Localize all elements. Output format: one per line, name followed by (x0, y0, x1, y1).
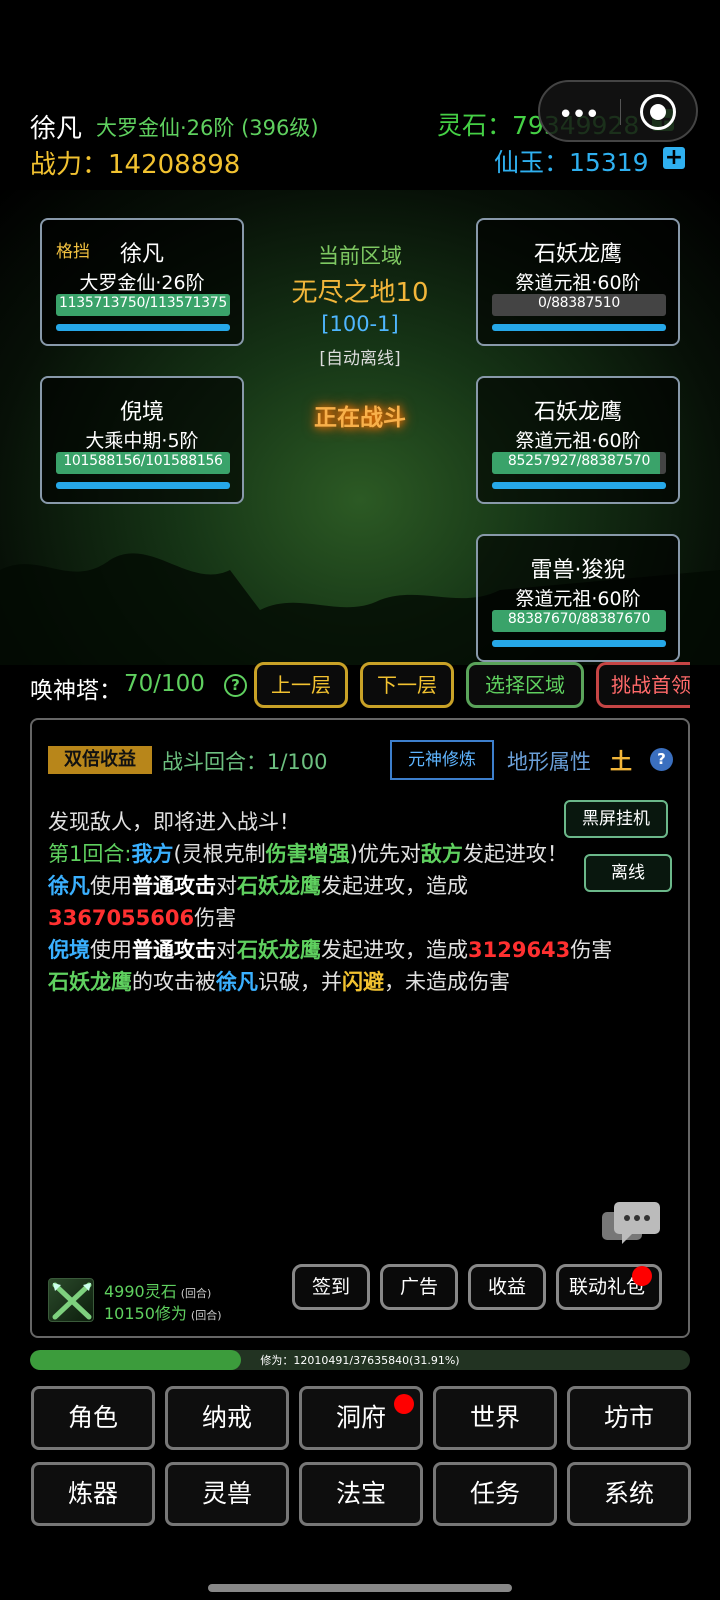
ally-name: 徐凡 (119, 242, 164, 267)
enemy-realm: 祭道元祖·60阶 (515, 430, 641, 452)
earn-lingshi: 4990灵石 (回合) (104, 1282, 212, 1301)
zone-mode: [自动离线] (319, 349, 401, 369)
xianyu-value: 15319 (569, 148, 649, 177)
ally-energy-bar (56, 482, 230, 489)
nav-market[interactable]: 坊市 (567, 1386, 691, 1450)
enemy-name: 石妖龙鹰 (533, 400, 622, 425)
ally-card-2[interactable]: 倪境 大乘中期·5阶 101588156/101588156 (40, 376, 244, 504)
checkin-button[interactable]: 签到 (292, 1264, 370, 1310)
xianyu-label: 仙玉： (494, 148, 570, 177)
ally-hp-bar: 1135713750/113571375 (56, 294, 230, 316)
next-floor-button[interactable]: 下一层 (360, 662, 454, 708)
enemy-energy-bar (492, 482, 666, 489)
more-dots-icon[interactable]: ••• (558, 100, 600, 130)
zone-name: 无尽之地10 (291, 278, 429, 308)
battle-status: 正在战斗 (314, 405, 406, 431)
ad-button[interactable]: 广告 (380, 1264, 458, 1310)
crossed-swords-icon (48, 1278, 94, 1322)
zone-label: 当前区域 (318, 244, 402, 268)
ally-hp-text: 1135713750/113571375 (59, 295, 227, 311)
terrain-help-icon[interactable]: ? (650, 748, 673, 771)
round-value: 1/100 (267, 750, 328, 774)
capsule-divider (620, 99, 621, 125)
enemy-energy-bar (492, 640, 666, 647)
battle-round: 战斗回合：1/100 (162, 746, 328, 776)
challenge-boss-button[interactable]: 挑战首领 (596, 662, 690, 708)
terrain-label: 地形属性 (507, 750, 591, 774)
enemy-hp-bar: 0/88387510 (492, 294, 666, 316)
log-line: 石妖龙鹰的攻击被徐凡识破，并闪避，未造成伤害 (48, 970, 510, 994)
enemy-card-1[interactable]: 石妖龙鹰 祭道元祖·60阶 0/88387510 (476, 218, 680, 346)
player-name: 徐凡 (30, 114, 83, 144)
log-line: 3367055606伤害 (48, 906, 237, 930)
double-income-badge: 双倍收益 (48, 746, 152, 774)
yuanshen-cultivate-button[interactable]: 元神修炼 (390, 740, 494, 780)
player-realm: 大罗金仙·26阶 (396级) (96, 116, 319, 140)
zone-code: [100-1] (321, 312, 399, 336)
notification-dot (394, 1394, 414, 1414)
earn-xiuwei: 10150修为 (回合) (104, 1304, 222, 1323)
chat-bubble-icon[interactable] (600, 1200, 664, 1254)
enemy-hp-text: 88387670/88387670 (507, 611, 651, 627)
ally-name: 倪境 (119, 400, 164, 425)
add-xianyu-button[interactable]: + (663, 147, 685, 169)
tower-value: 70/100 (124, 671, 205, 697)
xianyu-display: 仙玉：15319 (494, 143, 649, 179)
tower-help-icon[interactable]: ? (224, 674, 247, 697)
income-button[interactable]: 收益 (468, 1264, 546, 1310)
nav-forge[interactable]: 炼器 (31, 1462, 155, 1526)
ally-card-1[interactable]: 格挡 徐凡 大罗金仙·26阶 1135713750/113571375 (40, 218, 244, 346)
terrain-value: 土 (610, 750, 633, 775)
tower-label: 唤神塔： (30, 678, 122, 704)
power-value: 14208898 (108, 150, 241, 180)
enemy-realm: 祭道元祖·60阶 (515, 272, 641, 294)
enemy-hp-text: 0/88387510 (538, 295, 620, 311)
record-icon[interactable] (640, 94, 676, 130)
cultivation-progress-text: 修为：12010491/37635840(31.91%) (260, 1354, 460, 1367)
enemy-hp-bar: 88387670/88387670 (492, 610, 666, 632)
enemy-hp-text: 85257927/88387570 (507, 453, 651, 469)
enemy-name: 雷兽·狻猊 (530, 558, 626, 583)
nav-tasks[interactable]: 任务 (433, 1462, 557, 1526)
nav-treasure[interactable]: 法宝 (299, 1462, 423, 1526)
enemy-energy-bar (492, 324, 666, 331)
enemy-card-3[interactable]: 雷兽·狻猊 祭道元祖·60阶 88387670/88387670 (476, 534, 680, 662)
prev-floor-button[interactable]: 上一层 (254, 662, 348, 708)
ally-realm: 大乘中期·5阶 (85, 430, 199, 452)
nav-storage-ring[interactable]: 纳戒 (165, 1386, 289, 1450)
miniprogram-capsule: ••• (538, 80, 698, 142)
home-indicator[interactable] (208, 1584, 512, 1592)
lingshi-label: 灵石： (437, 111, 513, 140)
enemy-realm: 祭道元祖·60阶 (515, 588, 641, 610)
ally-energy-bar (56, 324, 230, 331)
nav-system[interactable]: 系统 (567, 1462, 691, 1526)
round-label: 战斗回合： (162, 750, 267, 774)
nav-world[interactable]: 世界 (433, 1386, 557, 1450)
log-line: 倪境使用普通攻击对石妖龙鹰发起进攻，造成3129643伤害 (48, 938, 613, 962)
ally-realm: 大罗金仙·26阶 (79, 272, 205, 294)
notification-dot (632, 1266, 652, 1286)
cultivation-progress-bar: 修为：12010491/37635840(31.91%) (30, 1350, 690, 1370)
ally-hp-text: 101588156/101588156 (63, 453, 223, 469)
offline-button[interactable]: 离线 (584, 854, 672, 892)
nav-spirit-beast[interactable]: 灵兽 (165, 1462, 289, 1526)
ally-hp-bar: 101588156/101588156 (56, 452, 230, 474)
power-label: 战力： (30, 150, 109, 180)
battle-log-panel: 双倍收益 战斗回合：1/100 元神修炼 地形属性 土 ? 发现敌人，即将进入战… (30, 718, 690, 1338)
select-zone-button[interactable]: 选择区域 (466, 662, 584, 708)
power-display: 战力：14208898 (30, 144, 240, 181)
enemy-card-2[interactable]: 石妖龙鹰 祭道元祖·60阶 85257927/88387570 (476, 376, 680, 504)
enemy-hp-bar: 85257927/88387570 (492, 452, 666, 474)
black-screen-idle-button[interactable]: 黑屏挂机 (564, 800, 668, 838)
nav-character[interactable]: 角色 (31, 1386, 155, 1450)
enemy-name: 石妖龙鹰 (533, 242, 622, 267)
